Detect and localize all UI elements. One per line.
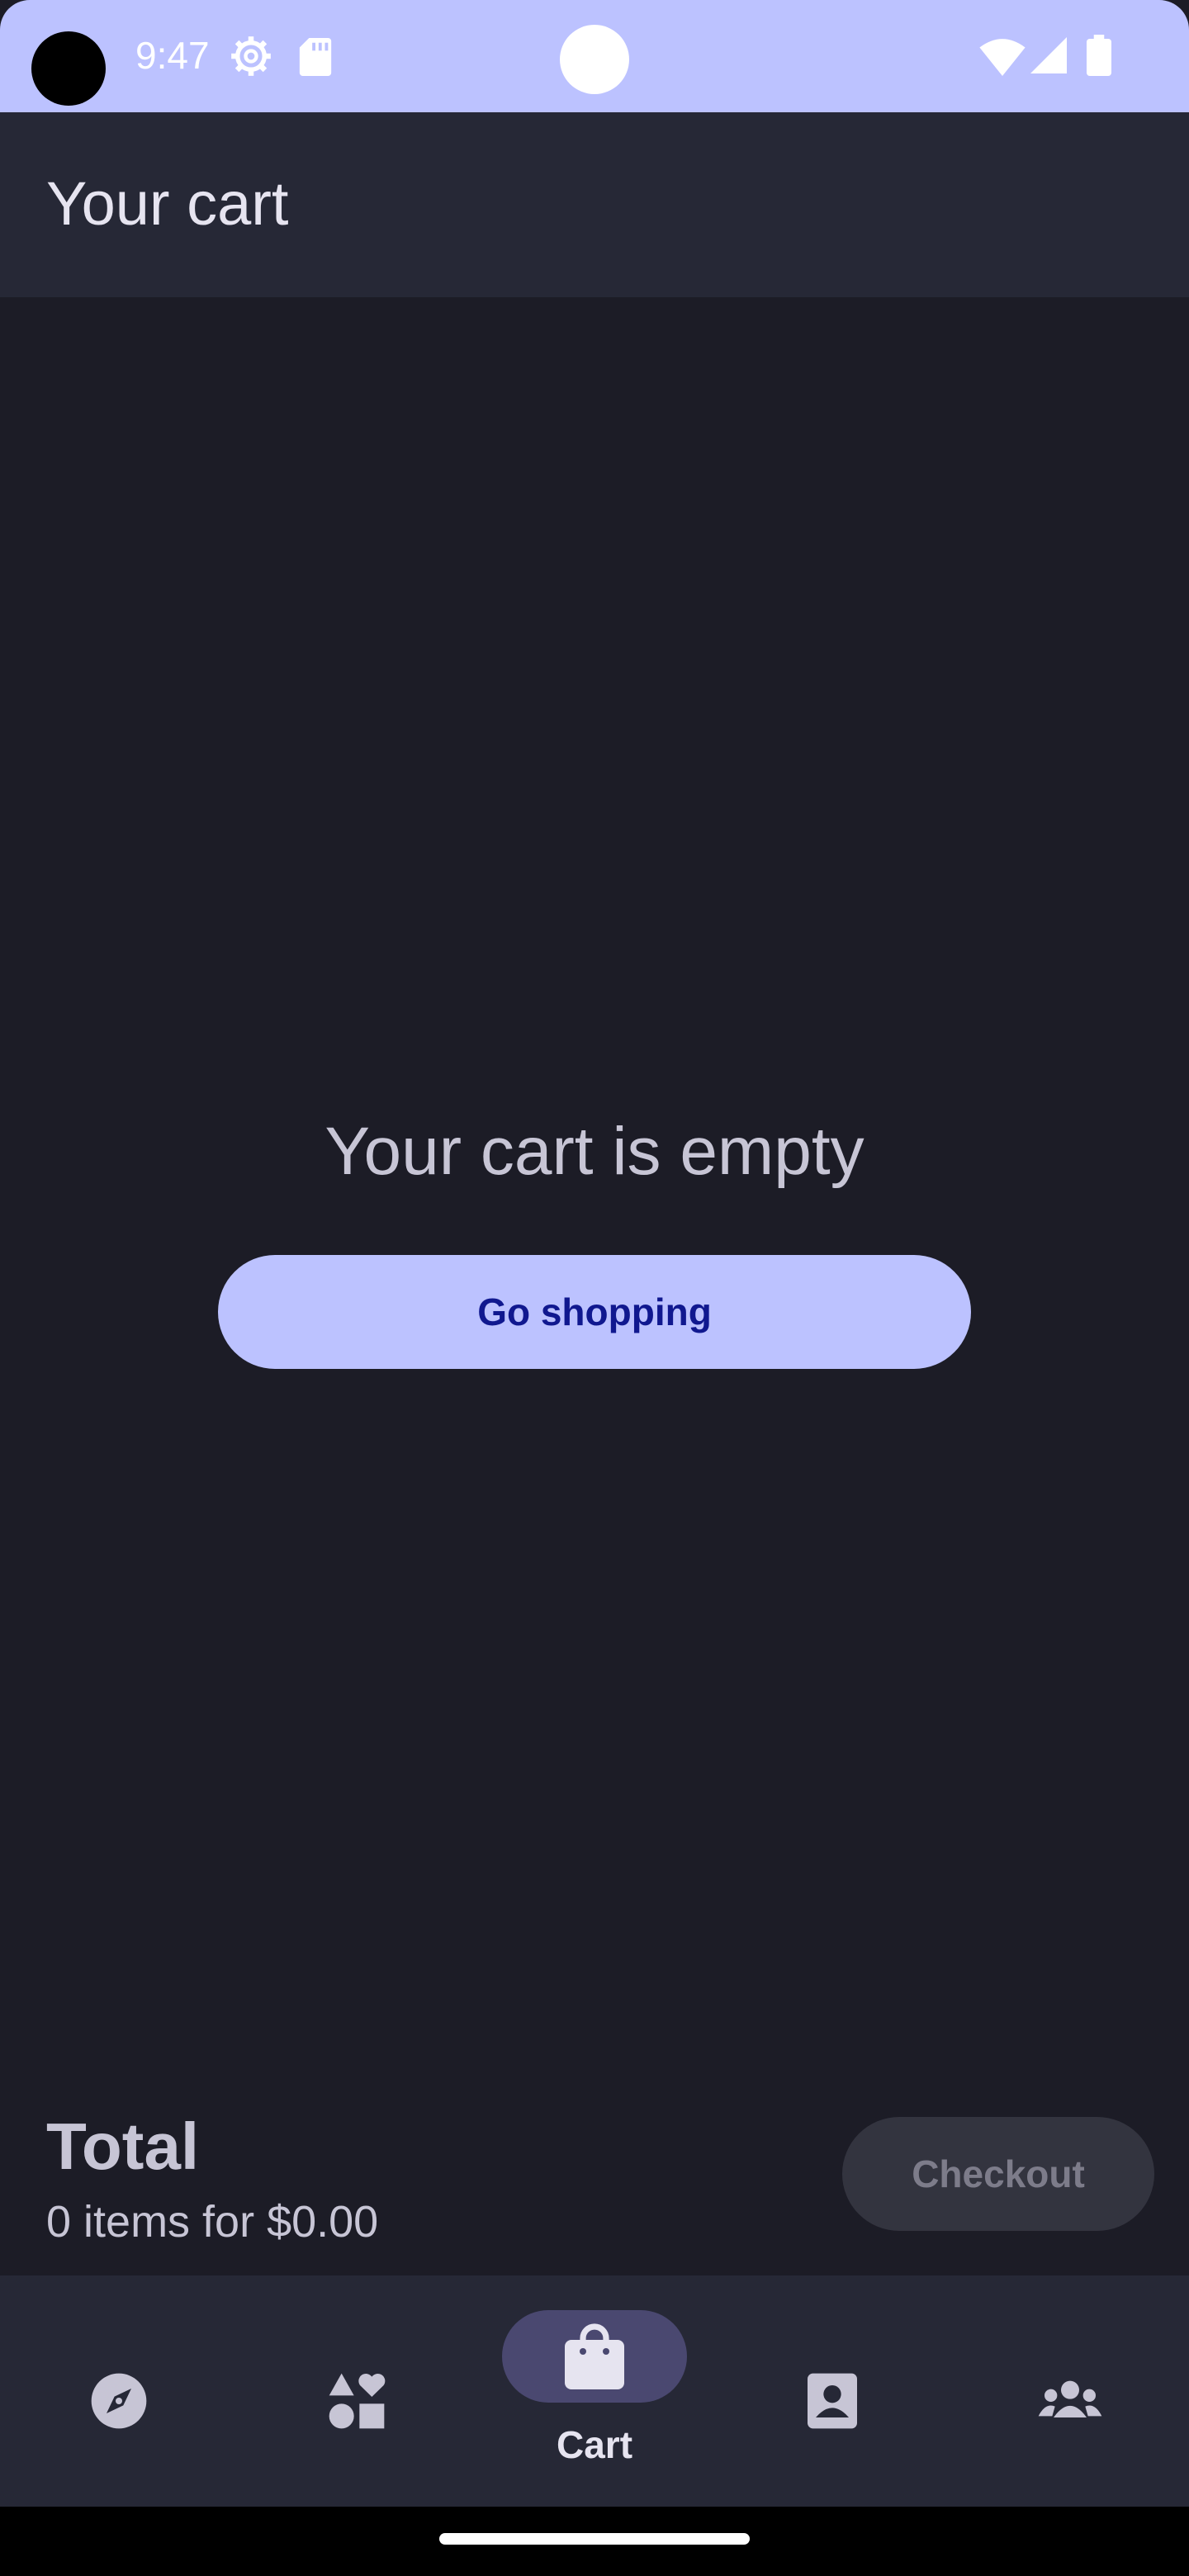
nav-item-explore[interactable] [0,2275,238,2507]
camera-indicator [560,25,629,94]
nav-cart-label: Cart [556,2423,633,2466]
sd-card-icon [299,38,332,76]
nav-item-account[interactable] [713,2275,951,2507]
empty-cart-message: Your cart is empty [324,1114,865,1189]
status-time: 9:47 [135,34,210,77]
shapes-icon [329,2373,386,2429]
shopping-bag-icon [565,2323,624,2389]
status-bar: 9:47 [0,0,1189,112]
items-total-text: 0 items for $0.00 [46,2197,379,2247]
contact-card-icon [808,2373,857,2429]
compass-icon [91,2373,147,2429]
checkout-button[interactable]: Checkout [842,2117,1154,2231]
nav-item-community[interactable] [951,2275,1189,2507]
wifi-icon [979,39,1026,76]
front-camera-cutout [31,31,106,106]
home-gesture-handle[interactable] [439,2533,750,2545]
settings-gear-icon [231,36,271,76]
go-shopping-button[interactable]: Go shopping [218,1255,971,1369]
page-title: Your cart [46,169,289,238]
cell-signal-icon [1030,37,1067,73]
top-app-bar: Your cart [0,112,1189,297]
nav-item-categories[interactable] [238,2275,476,2507]
battery-icon [1087,35,1111,76]
total-label: Total [46,2110,200,2183]
people-group-icon [1038,2380,1102,2417]
